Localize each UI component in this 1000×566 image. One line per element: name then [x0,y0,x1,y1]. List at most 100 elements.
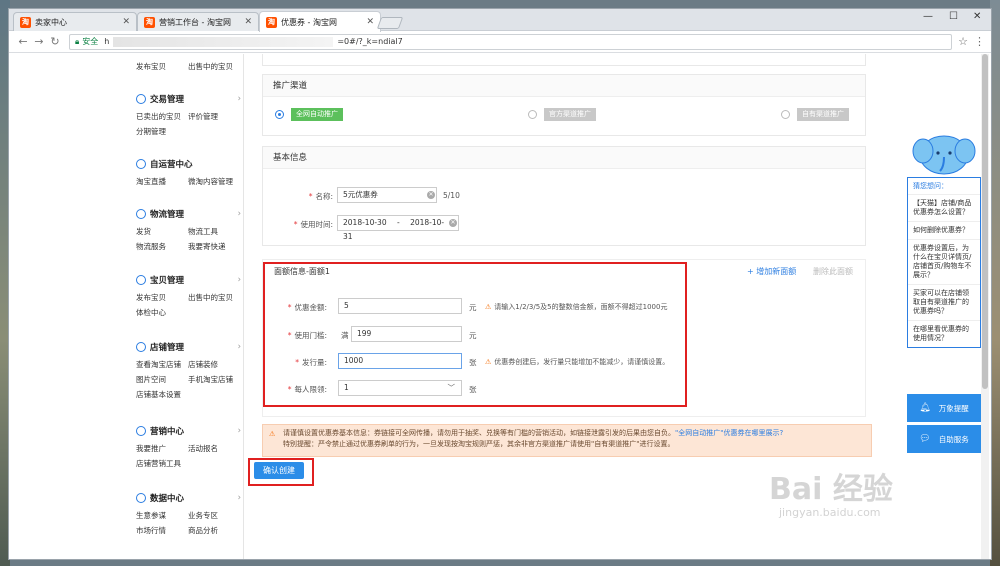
channel-radio-official[interactable] [528,110,537,119]
sidebar-link[interactable]: 生意参谋 [136,508,188,523]
shop-icon [136,342,146,352]
clear-icon[interactable]: ✕ [427,191,435,199]
maximize-icon[interactable]: ☐ [949,11,958,22]
url-suffix: =0#/?_k=ndial7 [337,37,403,46]
sidebar-link[interactable]: 我要推广 [136,441,188,456]
sidebar-link[interactable]: 已卖出的宝贝 [136,109,188,124]
sidebar-link[interactable]: 店铺装修 [188,357,240,372]
faq-item[interactable]: 优惠券设置后，为什么在宝贝详情页/店铺首页/购物车不展示？ [908,240,980,285]
data-chart-icon [136,493,146,503]
sidebar-link[interactable]: 发货 [136,224,188,239]
minimize-icon[interactable]: — [923,11,933,22]
faq-item[interactable]: 在哪里看优惠券的使用情况？ [908,321,980,347]
sidebar-group-header[interactable]: 交易管理 › [136,92,241,106]
sidebar-group-marketing: 营销中心 › 我要推广 活动报名 店铺营销工具 [136,424,241,471]
channel-option-official[interactable]: 官方渠道推广 [544,108,596,121]
sidebar-link[interactable]: 市场行情 [136,523,188,538]
channel-radio-auto[interactable] [275,110,284,119]
clear-icon[interactable]: ✕ [449,219,457,227]
faq-box: 猜您想问： 【天猫】店铺/商品优惠券怎么设置？ 如何删除优惠券？ 优惠券设置后，… [907,177,981,348]
baidu-watermark: Bai 经验 [769,472,893,507]
menu-icon[interactable]: ⋮ [974,35,985,48]
basic-info-panel: 基本信息 * 名称: 5元优惠券 ✕ 5/10 * 使用时间: 2018-10-30… [262,146,866,246]
sidebar-link[interactable]: 我要寄快递 [188,239,240,254]
tab-coupon[interactable]: 淘 优惠券 - 淘宝网 ✕ [259,11,381,32]
new-tab-button[interactable] [376,17,404,29]
sidebar-group-header[interactable]: 数据中心 › [136,491,241,505]
notice-line-2: 特别提醒：严令禁止通过优惠券刷单的行为，一旦发现按淘宝规则严惩，其余非官方渠道推… [283,440,675,448]
sidebar-link[interactable]: 手机淘宝店铺 [188,372,240,387]
sidebar-link[interactable]: 图片空间 [136,372,188,387]
sidebar-link[interactable]: 查看淘宝店铺 [136,357,188,372]
group-title: 宝贝管理 [150,276,185,286]
page-scrollbar[interactable] [981,54,989,559]
sidebar-group-header[interactable]: 自运营中心 [136,157,241,171]
tab-seller-center[interactable]: 淘 卖家中心 ✕ [13,12,137,31]
tab-title: 优惠券 - 淘宝网 [281,17,337,27]
reminder-button[interactable]: 🔔︎ 万象提醒 [907,394,981,422]
channel-title: 推广渠道 [263,75,865,97]
group-title: 营销中心 [150,427,185,437]
sidebar-link[interactable]: 物流服务 [136,239,188,254]
sidebar-link[interactable]: 分期管理 [136,124,188,139]
scroll-thumb[interactable] [982,54,988,389]
sidebar-group-header[interactable]: 营销中心 › [136,424,241,438]
taobao-favicon-icon: 淘 [20,16,31,28]
sidebar-link[interactable]: 物流工具 [188,224,240,239]
close-icon[interactable]: ✕ [366,17,374,27]
sidebar-link[interactable]: 出售中的宝贝 [188,59,240,74]
chevron-right-icon: › [237,493,241,503]
faq-item[interactable]: 买家可以在店铺领取自有渠道推广的优惠券吗？ [908,285,980,321]
seller-sidebar: 发布宝贝 出售中的宝贝 交易管理 › 已卖出的宝贝 评价管理 分期管理 自运营中心… [9,54,244,559]
sidebar-link[interactable]: 店铺营销工具 [136,456,240,471]
sidebar-link[interactable]: 评价管理 [188,109,240,124]
close-icon[interactable]: ✕ [122,17,130,27]
name-label: * 名称: [308,192,333,201]
add-face-value-link[interactable]: + 增加新面额 [747,266,796,277]
channel-radio-own[interactable] [781,110,790,119]
address-toolbar: ← → ↻ 🔒︎ 安全 h =0#/?_k=ndial7 ☆ ⋮ [9,31,991,53]
sidebar-link[interactable]: 发布宝贝 [136,59,188,74]
sidebar-link[interactable]: 店铺基本设置 [136,387,240,402]
reminder-label: 万象提醒 [938,403,969,413]
name-char-count: 5/10 [443,191,460,200]
sidebar-link[interactable]: 活动报名 [188,441,240,456]
elephant-mascot-icon [912,135,976,175]
delete-face-value-link[interactable]: 删除此面额 [813,266,853,277]
url-redacted [113,36,334,47]
sidebar-link[interactable]: 商品分析 [188,523,240,538]
sidebar-link[interactable]: 淘宝直播 [136,174,188,189]
previous-panel-edge [262,54,866,66]
coupon-name-input[interactable]: 5元优惠券 [337,187,437,203]
faq-item[interactable]: 如何删除优惠券？ [908,222,980,240]
channel-option-own[interactable]: 自有渠道推广 [797,108,849,121]
taobao-favicon-icon: 淘 [266,16,277,28]
tab-title: 营销工作台 - 淘宝网 [159,17,231,27]
close-icon[interactable]: ✕ [244,17,252,27]
sidebar-link[interactable]: 业务专区 [188,508,240,523]
confirm-create-button[interactable]: 确认创建 [254,462,304,479]
sidebar-group-header[interactable]: 店铺管理 › [136,340,241,354]
bookmark-star-icon[interactable]: ☆ [958,35,968,48]
highlight-box-amount [263,262,687,407]
baidu-watermark-url: jingyan.baidu.com [779,506,881,519]
sidebar-link[interactable]: 体检中心 [136,305,188,320]
sidebar-link[interactable]: 出售中的宝贝 [188,290,240,305]
group-title: 自运营中心 [150,160,193,170]
sidebar-link[interactable]: 微淘内容管理 [188,174,240,189]
tab-marketing[interactable]: 淘 营销工作台 - 淘宝网 ✕ [137,12,259,31]
close-window-icon[interactable]: ✕ [973,11,981,22]
reload-icon[interactable]: ↻ [47,35,63,48]
notice-link[interactable]: "全网自动推广"优惠券在哪里展示? [675,429,783,437]
faq-item[interactable]: 【天猫】店铺/商品优惠券怎么设置？ [908,195,980,222]
channel-option-auto[interactable]: 全网自动推广 [291,108,343,121]
sidebar-group-header[interactable]: 物流管理 › [136,207,241,221]
date-range-input[interactable]: 2018-10-30 - 2018-10-31 [337,215,459,241]
forward-icon[interactable]: → [31,35,47,48]
sidebar-group-header[interactable]: 宝贝管理 › [136,273,241,287]
sidebar-link[interactable]: 发布宝贝 [136,290,188,305]
back-icon[interactable]: ← [15,35,31,48]
address-bar[interactable]: 🔒︎ 安全 h =0#/?_k=ndial7 [69,33,953,50]
self-service-button[interactable]: 💬︎ 自助服务 [907,425,981,453]
basic-info-title: 基本信息 [263,147,865,169]
